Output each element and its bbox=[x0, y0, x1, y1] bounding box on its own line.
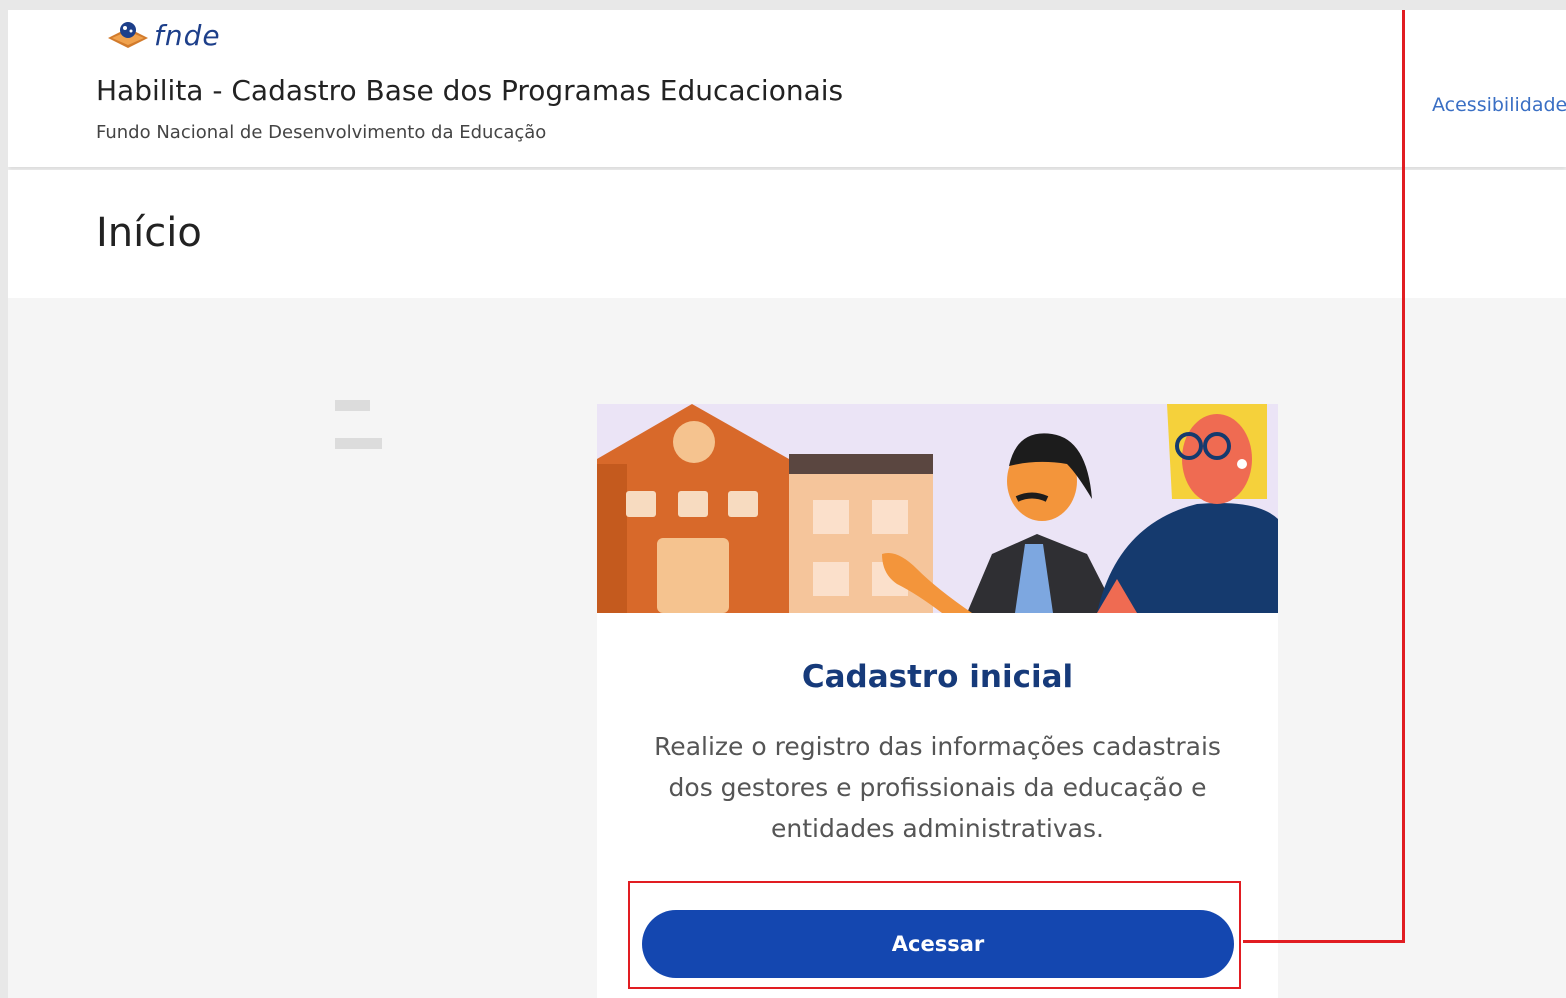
page-frame: fnde Habilita - Cadastro Base dos Progra… bbox=[8, 10, 1566, 998]
menu-bar bbox=[335, 400, 370, 411]
accessibility-link[interactable]: Acessibilidade bbox=[1432, 94, 1566, 116]
callout-line-horizontal bbox=[1243, 940, 1405, 943]
card-description: Realize o registro das informações cadas… bbox=[654, 732, 1221, 843]
acessar-button[interactable]: Acessar bbox=[642, 910, 1234, 978]
logo-text: fnde bbox=[154, 18, 221, 52]
hamburger-menu-icon[interactable] bbox=[335, 398, 383, 450]
fnde-logo[interactable]: fnde bbox=[106, 18, 221, 52]
page-header: Início bbox=[8, 170, 1566, 298]
card-illustration bbox=[597, 404, 1278, 613]
menu-bar bbox=[335, 438, 382, 449]
callout-line-vertical bbox=[1402, 10, 1405, 943]
app-title: Habilita - Cadastro Base dos Programas E… bbox=[96, 74, 844, 107]
fnde-logo-icon bbox=[108, 22, 148, 48]
app-subtitle: Fundo Nacional de Desenvolvimento da Edu… bbox=[96, 122, 547, 143]
card-title: Cadastro inicial bbox=[801, 659, 1074, 695]
page-title: Início bbox=[96, 210, 202, 256]
top-header: fnde Habilita - Cadastro Base dos Progra… bbox=[8, 10, 1566, 167]
